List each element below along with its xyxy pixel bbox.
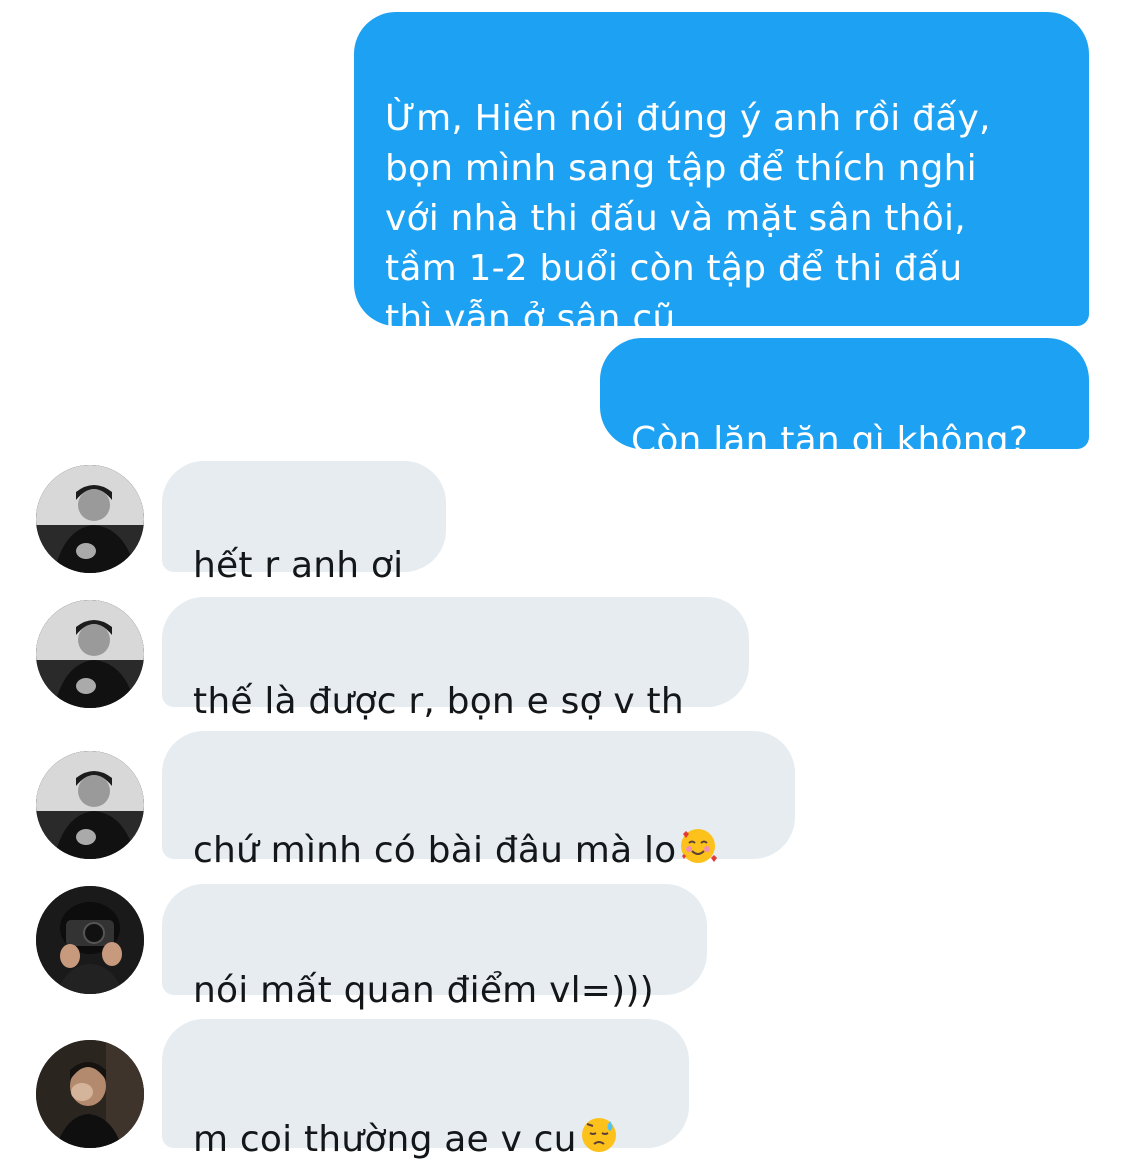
sent-message-bubble[interactable]: Ừm, Hiền nói đúng ý anh rồi đấy, bọn mìn… [354, 12, 1089, 339]
message-text: Ừm, Hiền nói đúng ý anh rồi đấy, bọn mìn… [385, 98, 991, 339]
avatar-photo-icon [36, 886, 144, 994]
downcast-face-with-sweat-icon [579, 1115, 619, 1169]
avatar-photo-icon [36, 751, 144, 859]
sent-message-bubble[interactable]: Còn lăn tăn gì không? [600, 338, 1089, 461]
sender-avatar[interactable] [36, 600, 144, 708]
message-text: chứ mình có bài đâu mà lo [193, 830, 677, 871]
message-thread: Ừm, Hiền nói đúng ý anh rồi đấy, bọn mìn… [0, 0, 1125, 1160]
message-text: thế là được r, bọn e sợ v th [193, 681, 684, 722]
received-message-bubble[interactable]: hết r anh ơi [162, 461, 446, 586]
received-message-bubble[interactable]: thế là được r, bọn e sợ v th [162, 597, 749, 722]
message-text: m coi thường ae v cu [193, 1119, 577, 1160]
message-text: Còn lăn tăn gì không? [631, 420, 1029, 461]
sender-avatar[interactable] [36, 751, 144, 859]
sender-avatar[interactable] [36, 886, 144, 994]
message-text: nói mất quan điểm vl=))) [193, 970, 654, 1011]
sender-avatar[interactable] [36, 1040, 144, 1148]
avatar-photo-icon [36, 1040, 144, 1148]
sender-avatar[interactable] [36, 465, 144, 573]
avatar-photo-icon [36, 600, 144, 708]
message-text: hết r anh ơi [193, 545, 404, 586]
avatar-photo-icon [36, 465, 144, 573]
received-message-bubble[interactable]: nói mất quan điểm vl=))) [162, 884, 707, 1011]
received-message-bubble[interactable]: chứ mình có bài đâu mà lo [162, 731, 795, 871]
received-message-bubble[interactable]: m coi thường ae v cu [162, 1019, 689, 1160]
smiling-face-with-hearts-icon [678, 826, 718, 880]
